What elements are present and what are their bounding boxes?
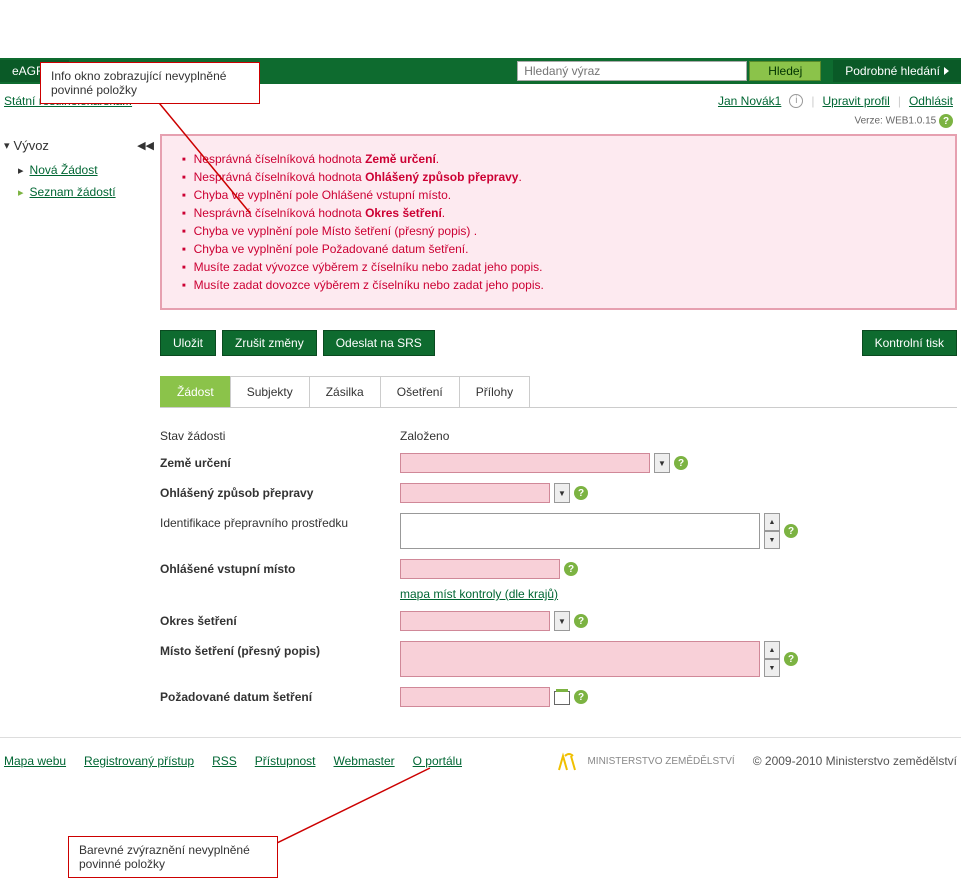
district-select[interactable] xyxy=(400,611,550,631)
textarea-spinner[interactable]: ▲▼ xyxy=(764,513,780,549)
vehicle-textarea[interactable] xyxy=(400,513,760,549)
ministry-logo: MINISTERSTVO ZEMĚDĚLSTVÍ xyxy=(555,750,734,772)
place-textarea[interactable] xyxy=(400,641,760,677)
vehicle-label: Identifikace přepravního prostředku xyxy=(160,513,400,530)
district-label: Okres šetření xyxy=(160,611,400,628)
copyright: © 2009-2010 Ministerstvo zemědělství xyxy=(753,754,957,768)
sidebar-item-label[interactable]: Nová Žádost xyxy=(30,163,98,177)
map-link[interactable]: mapa míst kontroly (dle krajů) xyxy=(400,587,558,601)
chevron-right-icon xyxy=(944,67,949,75)
bullet-icon: ▸ xyxy=(18,186,24,199)
sidebar-item[interactable]: ▸ Seznam žádostí xyxy=(18,181,154,203)
tab[interactable]: Žádost xyxy=(160,376,231,407)
callout-line-bottom xyxy=(275,766,435,846)
main-content: Nesprávná číselníková hodnota Země určen… xyxy=(160,134,961,717)
dropdown-icon[interactable]: ▼ xyxy=(554,611,570,631)
help-icon[interactable]: ? xyxy=(784,524,798,538)
textarea-spinner[interactable]: ▲▼ xyxy=(764,641,780,677)
status-value: Založeno xyxy=(400,426,449,443)
transport-select[interactable] xyxy=(400,483,550,503)
error-item: Nesprávná číselníková hodnota Země určen… xyxy=(182,150,935,168)
entry-label: Ohlášené vstupní místo xyxy=(160,559,400,576)
save-button[interactable]: Uložit xyxy=(160,330,216,356)
search-button[interactable]: Hledej xyxy=(749,61,821,81)
entry-input[interactable] xyxy=(400,559,560,579)
cancel-button[interactable]: Zrušit změny xyxy=(222,330,317,356)
tab[interactable]: Zásilka xyxy=(309,376,381,407)
action-bar: Uložit Zrušit změny Odeslat na SRS Kontr… xyxy=(160,330,957,356)
sidebar-item-label[interactable]: Seznam žádostí xyxy=(30,185,116,199)
tab[interactable]: Ošetření xyxy=(380,376,460,407)
footer: Mapa webuRegistrovaný přístupRSSPřístupn… xyxy=(0,737,961,782)
status-label: Stav žádosti xyxy=(160,426,400,443)
help-icon[interactable]: ? xyxy=(674,456,688,470)
error-item: Chyba ve vyplnění pole Ohlášené vstupní … xyxy=(182,186,935,204)
help-icon[interactable]: ? xyxy=(574,486,588,500)
error-item: Nesprávná číselníková hodnota Ohlášený z… xyxy=(182,168,935,186)
calendar-icon[interactable] xyxy=(554,689,570,705)
sidebar-item[interactable]: ▸ Nová Žádost xyxy=(18,159,154,181)
date-label: Požadované datum šetření xyxy=(160,687,400,704)
footer-link[interactable]: Registrovaný přístup xyxy=(84,754,194,768)
country-label: Země určení xyxy=(160,453,400,470)
error-box: Nesprávná číselníková hodnota Země určen… xyxy=(160,134,957,310)
sidebar: ▾ Vývoz ◀◀ ▸Nová Žádost▸Seznam žádostí xyxy=(0,134,160,717)
help-icon[interactable]: ? xyxy=(564,562,578,576)
transport-label: Ohlášený způsob přepravy xyxy=(160,483,400,500)
error-item: Chyba ve vyplnění pole Místo šetření (př… xyxy=(182,222,935,240)
dropdown-icon[interactable]: ▼ xyxy=(554,483,570,503)
help-icon[interactable]: ? xyxy=(574,614,588,628)
callout-bottom: Barevné zvýraznění nevyplněné povinné po… xyxy=(68,836,278,878)
user-name-link[interactable]: Jan Novák1 xyxy=(718,94,781,108)
tab[interactable]: Přílohy xyxy=(459,376,530,407)
version-row: Verze: WEB1.0.15 ? xyxy=(0,112,961,134)
bullet-icon: ▸ xyxy=(18,164,24,177)
place-label: Místo šetření (přesný popis) xyxy=(160,641,400,658)
search-input[interactable] xyxy=(517,61,747,81)
send-button[interactable]: Odeslat na SRS xyxy=(323,330,435,356)
search-box: Hledej xyxy=(517,61,821,81)
date-input[interactable] xyxy=(400,687,550,707)
help-icon[interactable]: ? xyxy=(939,114,953,128)
error-item: Chyba ve vyplnění pole Požadované datum … xyxy=(182,240,935,258)
edit-profile-link[interactable]: Upravit profil xyxy=(822,94,889,108)
logout-link[interactable]: Odhlásit xyxy=(909,94,953,108)
error-item: Musíte zadat vývozce výběrem z číselníku… xyxy=(182,258,935,276)
print-button[interactable]: Kontrolní tisk xyxy=(862,330,957,356)
error-item: Nesprávná číselníková hodnota Okres šetř… xyxy=(182,204,935,222)
callout-top: Info okno zobrazující nevyplněné povinné… xyxy=(40,62,260,104)
error-item: Musíte zadat dovozce výběrem z číselníku… xyxy=(182,276,935,294)
sidebar-title: Vývoz xyxy=(14,138,49,153)
help-icon[interactable]: ? xyxy=(574,690,588,704)
dropdown-icon[interactable]: ▼ xyxy=(654,453,670,473)
tab[interactable]: Subjekty xyxy=(230,376,310,407)
footer-link[interactable]: RSS xyxy=(212,754,237,768)
help-icon[interactable]: ? xyxy=(784,652,798,666)
callout-line-top xyxy=(150,98,270,218)
tabs: ŽádostSubjektyZásilkaOšetřeníPřílohy xyxy=(160,376,957,408)
collapse-icon[interactable]: ▾ xyxy=(4,139,10,152)
footer-link[interactable]: Mapa webu xyxy=(4,754,66,768)
advanced-search-link[interactable]: Podrobné hledání xyxy=(833,60,961,82)
country-select[interactable] xyxy=(400,453,650,473)
info-icon[interactable]: i xyxy=(789,94,803,108)
